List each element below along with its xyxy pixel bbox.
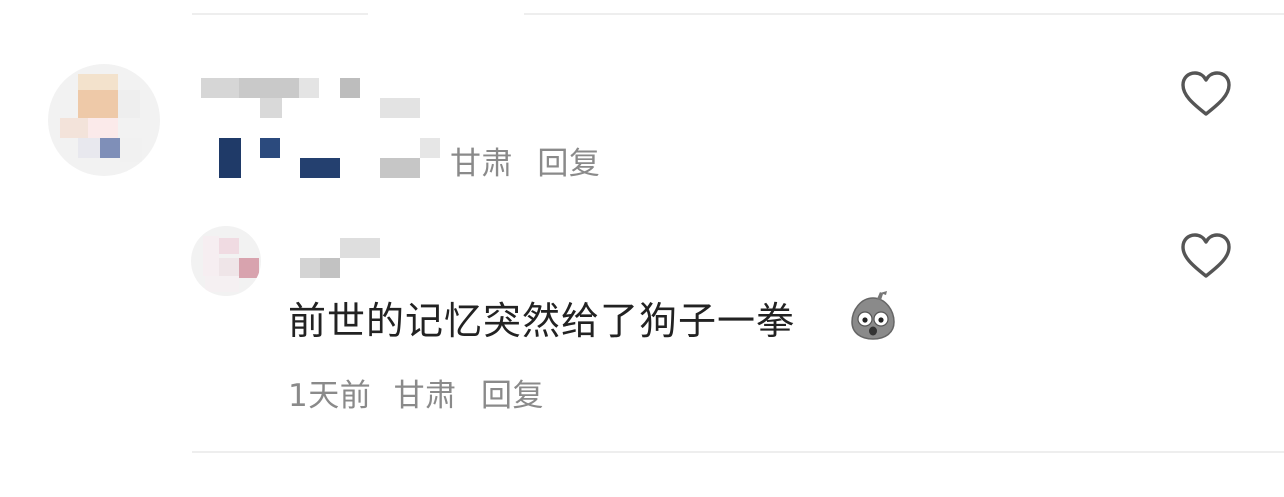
reply-button[interactable]: 回复 [481,370,544,415]
avatar[interactable] [191,226,261,296]
top-divider [192,13,1284,15]
bottom-divider [192,451,1284,453]
comment-meta: 1天前 甘肃 回复 [288,370,544,415]
comment-location: 甘肃 [450,146,513,182]
comment-meta: 甘肃 回复 [450,138,600,183]
like-heart-icon[interactable] [1180,232,1232,280]
like-heart-icon[interactable] [1180,70,1232,118]
avatar[interactable] [48,64,160,176]
reply-button[interactable]: 回复 [537,138,600,183]
top-divider-gap [368,10,524,18]
surprised-stone-face-emoji-icon [851,291,895,340]
comment-location: 甘肃 [393,378,457,414]
comment-text: 前世的记忆突然给了狗子一拳 [288,299,796,343]
comment-time: 1天前 [288,378,372,414]
